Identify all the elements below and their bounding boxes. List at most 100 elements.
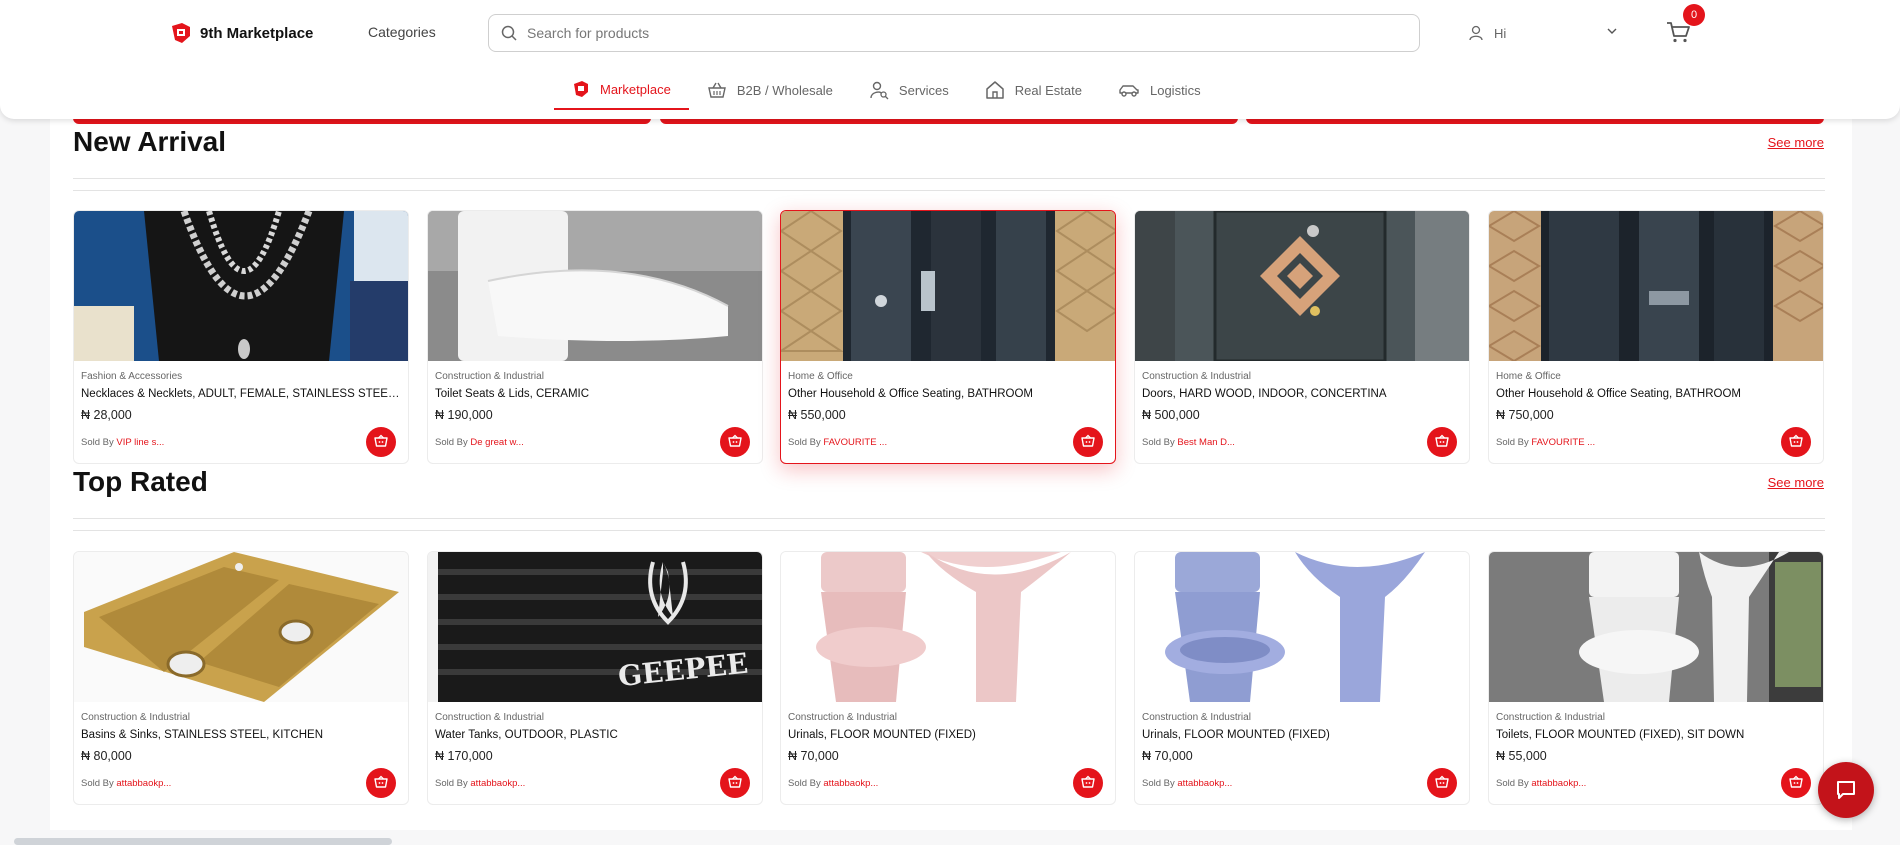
product-seller: Sold By attabbaokp... xyxy=(1142,778,1232,789)
product-card[interactable]: Construction & Industrial Doors, HARD WO… xyxy=(1134,210,1470,464)
product-card[interactable]: Construction & Industrial Toilet Seats &… xyxy=(427,210,763,464)
nav-b2b-wholesale[interactable]: B2B / Wholesale xyxy=(689,70,851,110)
product-category: Construction & Industrial xyxy=(1142,712,1251,723)
product-price: ₦ 170,000 xyxy=(435,749,493,763)
nav-label: Real Estate xyxy=(1014,82,1082,98)
seller-link[interactable]: attabbaokp... xyxy=(1531,778,1586,789)
sold-by-label: Sold By xyxy=(81,437,114,448)
add-to-cart-button[interactable] xyxy=(366,427,396,457)
product-seller: Sold By FAVOURITE ... xyxy=(1496,437,1595,448)
seller-link[interactable]: attabbaokp... xyxy=(823,778,878,789)
seller-link[interactable]: VIP line s... xyxy=(116,437,164,448)
section-title-top-rated: Top Rated xyxy=(73,466,208,497)
add-to-cart-button[interactable] xyxy=(720,427,750,457)
search-input[interactable] xyxy=(527,25,1407,41)
product-price: ₦ 70,000 xyxy=(788,749,839,763)
product-name[interactable]: Urinals, FLOOR MOUNTED (FIXED) xyxy=(1142,729,1462,741)
see-more-link-top-rated[interactable]: See more xyxy=(1768,475,1824,490)
product-image[interactable] xyxy=(428,211,762,361)
product-card[interactable]: Home & Office Other Household & Office S… xyxy=(780,210,1116,464)
product-seller: Sold By attabbaokp... xyxy=(81,778,171,789)
sold-by-label: Sold By xyxy=(435,437,468,448)
add-to-cart-icon xyxy=(728,434,742,447)
user-menu[interactable]: Hi xyxy=(1468,22,1618,44)
product-seller: Sold By attabbaokp... xyxy=(788,778,878,789)
add-to-cart-icon xyxy=(374,434,388,447)
categories-menu[interactable]: Categories xyxy=(368,24,436,40)
seller-link[interactable]: FAVOURITE ... xyxy=(823,437,887,448)
add-to-cart-icon xyxy=(1789,775,1803,788)
product-card[interactable]: Construction & Industrial Urinals, FLOOR… xyxy=(780,551,1116,805)
seller-link[interactable]: attabbaokp... xyxy=(1177,778,1232,789)
add-to-cart-button[interactable] xyxy=(1781,427,1811,457)
add-to-cart-button[interactable] xyxy=(1427,768,1457,798)
nav-marketplace[interactable]: Marketplace xyxy=(554,70,689,110)
chat-bubble-icon xyxy=(1837,781,1855,799)
product-seller: Sold By Best Man D... xyxy=(1142,437,1235,448)
product-seller: Sold By VIP line s... xyxy=(81,437,164,448)
product-name[interactable]: Water Tanks, OUTDOOR, PLASTIC xyxy=(435,729,755,741)
product-image[interactable]: GEEPEE xyxy=(428,552,762,702)
chat-button[interactable] xyxy=(1818,762,1874,818)
product-card[interactable]: Construction & Industrial Urinals, FLOOR… xyxy=(1134,551,1470,805)
product-image[interactable] xyxy=(1489,552,1823,702)
brand-logo[interactable]: 9th Marketplace xyxy=(170,20,313,46)
add-to-cart-button[interactable] xyxy=(720,768,750,798)
product-card[interactable]: Construction & Industrial Toilets, FLOOR… xyxy=(1488,551,1824,805)
product-image[interactable] xyxy=(781,211,1115,361)
product-seller: Sold By FAVOURITE ... xyxy=(788,437,887,448)
main-nav: Marketplace B2B / Wholesale Services Rea… xyxy=(554,70,1219,110)
product-price: ₦ 28,000 xyxy=(81,408,132,422)
product-name[interactable]: Other Household & Office Seating, BATHRO… xyxy=(1496,388,1816,400)
sold-by-label: Sold By xyxy=(788,778,821,789)
product-card[interactable]: Home & Office Other Household & Office S… xyxy=(1488,210,1824,464)
brand-name: 9th Marketplace xyxy=(200,24,314,42)
seller-link[interactable]: De great w... xyxy=(470,437,523,448)
nav-services[interactable]: Services xyxy=(851,70,967,110)
product-card[interactable]: Fashion & Accessories Necklaces & Neckle… xyxy=(73,210,409,464)
product-card[interactable]: Construction & Industrial Basins & Sinks… xyxy=(73,551,409,805)
see-more-link-new-arrival[interactable]: See more xyxy=(1768,135,1824,150)
product-category: Construction & Industrial xyxy=(435,712,544,723)
product-price: ₦ 550,000 xyxy=(788,408,846,422)
product-image[interactable] xyxy=(74,552,408,702)
product-image[interactable] xyxy=(1135,552,1469,702)
nav-label: Logistics xyxy=(1149,82,1201,98)
product-image[interactable] xyxy=(74,211,408,361)
horizontal-scrollbar[interactable] xyxy=(14,838,392,845)
product-name[interactable]: Toilets, FLOOR MOUNTED (FIXED), SIT DOWN xyxy=(1496,729,1816,741)
add-to-cart-button[interactable] xyxy=(1427,427,1457,457)
product-name[interactable]: Doors, HARD WOOD, INDOOR, CONCERTINA xyxy=(1142,388,1462,400)
chevron-down-icon[interactable] xyxy=(1606,25,1618,37)
sold-by-label: Sold By xyxy=(1496,437,1529,448)
seller-link[interactable]: Best Man D... xyxy=(1177,437,1235,448)
product-name[interactable]: Necklaces & Necklets, ADULT, FEMALE, STA… xyxy=(81,388,401,400)
nav-real-estate[interactable]: Real Estate xyxy=(967,70,1100,110)
product-category: Home & Office xyxy=(788,371,853,382)
product-name[interactable]: Urinals, FLOOR MOUNTED (FIXED) xyxy=(788,729,1108,741)
sold-by-label: Sold By xyxy=(1142,778,1175,789)
product-category: Home & Office xyxy=(1496,371,1561,382)
seller-link[interactable]: FAVOURITE ... xyxy=(1531,437,1595,448)
product-image[interactable] xyxy=(1135,211,1469,361)
nav-logistics[interactable]: Logistics xyxy=(1100,70,1219,110)
add-to-cart-button[interactable] xyxy=(366,768,396,798)
section-divider xyxy=(73,190,1825,191)
product-image[interactable] xyxy=(781,552,1115,702)
seller-link[interactable]: attabbaokp... xyxy=(470,778,525,789)
store-icon xyxy=(574,81,588,97)
add-to-cart-button[interactable] xyxy=(1781,768,1811,798)
product-category: Construction & Industrial xyxy=(1142,371,1251,382)
product-name[interactable]: Other Household & Office Seating, BATHRO… xyxy=(788,388,1108,400)
product-card[interactable]: GEEPEE Construction & Industrial Water T… xyxy=(427,551,763,805)
search-bar[interactable] xyxy=(488,14,1420,52)
section-divider xyxy=(73,178,1825,179)
seller-link[interactable]: attabbaokp... xyxy=(116,778,171,789)
product-image[interactable] xyxy=(1489,211,1823,361)
product-name[interactable]: Basins & Sinks, STAINLESS STEEL, KITCHEN xyxy=(81,729,401,741)
product-name[interactable]: Toilet Seats & Lids, CERAMIC xyxy=(435,388,755,400)
nav-label: Marketplace xyxy=(600,81,671,97)
add-to-cart-button[interactable] xyxy=(1073,768,1103,798)
add-to-cart-button[interactable] xyxy=(1073,427,1103,457)
add-to-cart-icon xyxy=(728,775,742,788)
